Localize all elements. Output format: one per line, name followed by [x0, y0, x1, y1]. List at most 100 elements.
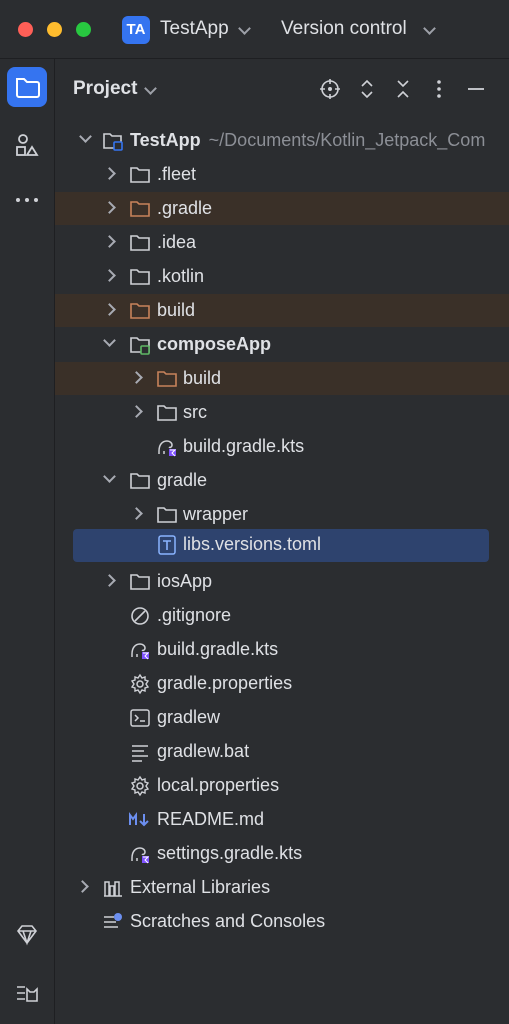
tree-item-file-selected[interactable]: libs.versions.toml — [73, 529, 489, 562]
tree-item-folder[interactable]: .fleet — [55, 158, 509, 191]
tree-item-label: .idea — [157, 232, 197, 252]
hide-panel-button[interactable] — [465, 78, 487, 100]
chevron-down-icon[interactable] — [79, 130, 92, 143]
version-control-menu[interactable]: Version control — [281, 18, 407, 40]
tree-item-label: build.gradle.kts — [157, 639, 279, 659]
options-button[interactable] — [428, 78, 450, 100]
shapes-icon — [16, 134, 39, 156]
tree-item-file[interactable]: gradlew — [55, 701, 509, 734]
chevron-down-icon[interactable] — [144, 82, 157, 95]
kebab-menu-icon — [437, 80, 441, 98]
more-icon — [16, 198, 38, 202]
project-path: ~/Documents/Kotlin_Jetpack_Com — [208, 130, 486, 150]
tree-item-folder[interactable]: .kotlin — [55, 260, 509, 293]
project-view-title[interactable]: Project — [73, 78, 137, 100]
chevron-down-icon[interactable] — [103, 470, 116, 483]
tree-item-label: composeApp — [157, 334, 272, 354]
tree-item-folder[interactable]: gradle — [55, 464, 509, 497]
locate-file-button[interactable] — [319, 78, 341, 100]
gradle-kts-icon — [129, 843, 151, 865]
chevron-right-icon[interactable] — [130, 507, 143, 520]
gear-icon — [129, 775, 151, 797]
tree-item-folder[interactable]: .idea — [55, 226, 509, 259]
chevron-right-icon[interactable] — [103, 201, 116, 214]
tree-item-label: gradlew — [157, 707, 221, 727]
text-file-icon — [129, 741, 151, 763]
tree-item-label: gradle.properties — [157, 673, 293, 693]
folder-icon — [129, 232, 151, 254]
chevron-right-icon[interactable] — [103, 235, 116, 248]
chevron-right-icon[interactable] — [103, 167, 116, 180]
tree-item-label: settings.gradle.kts — [157, 843, 303, 863]
tree-item-module[interactable]: composeApp — [55, 328, 509, 361]
project-switcher[interactable]: TestApp — [160, 18, 229, 40]
tool-window-strip — [0, 59, 55, 1024]
tree-item-file[interactable]: gradle.properties — [55, 667, 509, 700]
collapse-all-button[interactable] — [392, 78, 414, 100]
project-tool-button[interactable] — [7, 67, 47, 107]
tree-item-label: build — [183, 368, 222, 388]
tree-item-label: libs.versions.toml — [183, 534, 322, 554]
chevron-right-icon[interactable] — [103, 303, 116, 316]
diamond-icon — [16, 925, 38, 946]
tree-item-external-libraries[interactable]: External Libraries — [55, 871, 509, 904]
more-tools-button[interactable] — [7, 179, 47, 219]
module-folder-icon — [129, 334, 151, 356]
scratches-icon — [102, 911, 124, 933]
window-maximize-button[interactable] — [76, 22, 91, 37]
tree-item-label: .kotlin — [157, 266, 205, 286]
tree-item-root[interactable]: TestApp ~/Documents/Kotlin_Jetpack_Com — [55, 124, 509, 157]
tree-item-label: src — [183, 402, 207, 422]
tree-item-file[interactable]: build.gradle.kts — [55, 633, 509, 666]
window-close-button[interactable] — [18, 22, 33, 37]
excluded-folder-icon — [129, 300, 151, 322]
tree-item-label: iosApp — [157, 571, 213, 591]
tree-item-label: External Libraries — [130, 877, 271, 897]
tree-item-label: .gradle — [157, 198, 213, 218]
chevron-down-icon[interactable] — [238, 22, 251, 35]
tree-item-file[interactable]: local.properties — [55, 769, 509, 802]
tree-item-folder[interactable]: wrapper — [55, 498, 509, 531]
tree-item-folder-excluded[interactable]: .gradle — [55, 192, 509, 225]
chevron-right-icon[interactable] — [103, 269, 116, 282]
chevron-right-icon[interactable] — [130, 371, 143, 384]
tree-item-label: .gitignore — [157, 605, 232, 625]
tree-item-folder[interactable]: src — [55, 396, 509, 429]
tree-item-scratches[interactable]: Scratches and Consoles — [55, 905, 509, 938]
folder-icon — [156, 504, 178, 526]
tree-item-label: gradle — [157, 470, 208, 490]
tree-item-label: local.properties — [157, 775, 280, 795]
folder-icon — [129, 164, 151, 186]
chevron-right-icon[interactable] — [130, 405, 143, 418]
tree-item-folder[interactable]: iosApp — [55, 565, 509, 598]
tree-item-file[interactable]: gradlew.bat — [55, 735, 509, 768]
tree-item-label: build — [157, 300, 196, 320]
toml-file-icon — [156, 534, 178, 556]
expand-all-button[interactable] — [356, 78, 378, 100]
tree-item-label: TestApp ~/Documents/Kotlin_Jetpack_Com — [130, 130, 486, 150]
tree-item-label: .fleet — [157, 164, 197, 184]
tree-item-folder-excluded[interactable]: build — [55, 294, 509, 327]
chevron-down-icon[interactable] — [103, 334, 116, 347]
tree-item-file[interactable]: README.md — [55, 803, 509, 836]
title-bar: TA TestApp Version control — [0, 0, 509, 59]
gitignore-icon — [129, 605, 151, 627]
gradle-kts-icon — [129, 639, 151, 661]
chevron-right-icon[interactable] — [76, 880, 89, 893]
tree-item-file[interactable]: settings.gradle.kts — [55, 837, 509, 870]
chevron-right-icon[interactable] — [103, 574, 116, 587]
tree-item-file[interactable]: .gitignore — [55, 599, 509, 632]
kotlin-notebook-button[interactable] — [7, 915, 47, 955]
module-folder-icon — [102, 130, 124, 152]
tree-item-folder-excluded[interactable]: build — [55, 362, 509, 395]
structure-tool-button[interactable] — [7, 125, 47, 165]
gear-icon — [129, 673, 151, 695]
markdown-icon — [129, 809, 151, 831]
gradle-kts-icon — [156, 436, 178, 458]
project-badge[interactable]: TA — [122, 16, 150, 44]
tree-item-label: Scratches and Consoles — [130, 911, 326, 931]
chevron-down-icon[interactable] — [423, 22, 436, 35]
window-minimize-button[interactable] — [47, 22, 62, 37]
terminal-cat-button[interactable] — [7, 973, 47, 1013]
tree-item-file[interactable]: build.gradle.kts — [55, 430, 509, 463]
